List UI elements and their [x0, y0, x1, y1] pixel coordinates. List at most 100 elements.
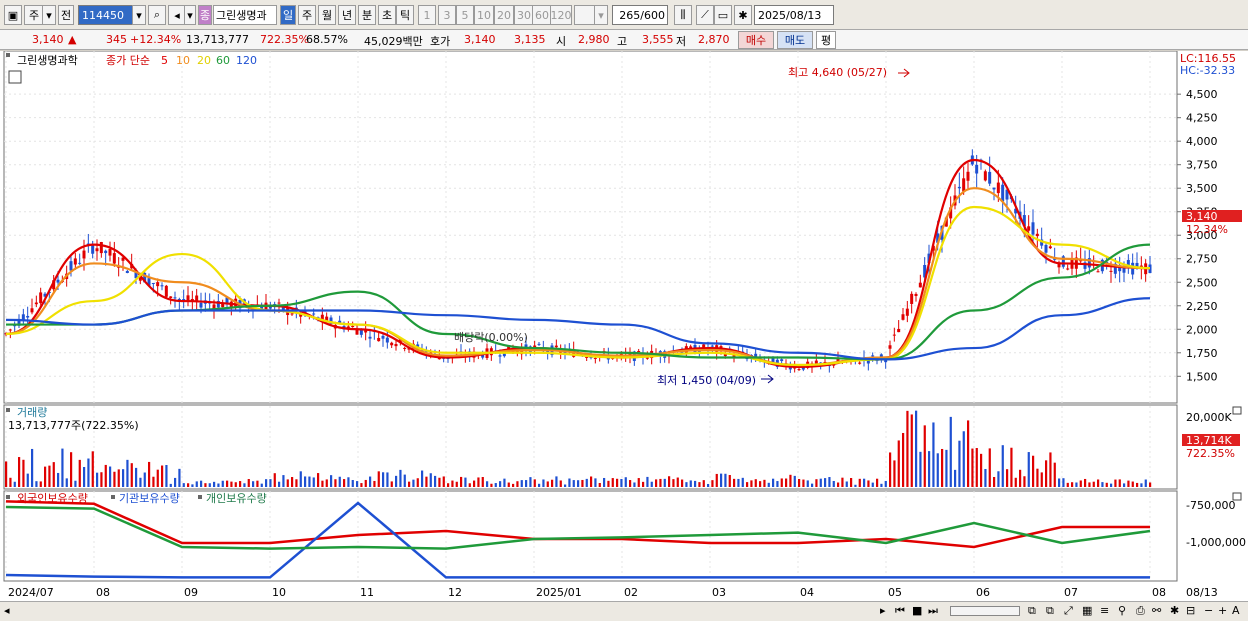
volume-bar: [672, 479, 675, 487]
tab-tick[interactable]: 틱: [396, 5, 414, 25]
volume-bar: [83, 466, 86, 487]
interval-60[interactable]: 60: [532, 5, 552, 25]
zoom-in-icon[interactable]: +: [1218, 604, 1227, 617]
chart-area[interactable]: 그린생명과학 종가 단순 5 10 20 60 120 최고 4,640 (05…: [0, 50, 1248, 601]
tab-year[interactable]: 년: [338, 5, 356, 25]
candle-body: [26, 315, 30, 318]
save-icon[interactable]: ▭: [714, 5, 732, 25]
last-page-icon[interactable]: ⏭: [928, 604, 938, 618]
type-select[interactable]: 전: [58, 5, 74, 25]
window-icon[interactable]: ▣: [4, 5, 22, 25]
calculator-icon[interactable]: [8, 70, 22, 84]
grid-icon[interactable]: ▦: [1082, 604, 1092, 617]
tab-second[interactable]: 초: [378, 5, 396, 25]
export-icon[interactable]: ⤢: [1064, 604, 1073, 618]
bottom-scrollbar[interactable]: ◂ ▸ ⏮ ■ ⏭ ⧉ ⧉ ⤢ ▦ ≡ ⚲ ⎙ ⚯ ✱ ⊟ − + A: [0, 601, 1248, 621]
link-icon[interactable]: ⚯: [1152, 604, 1161, 617]
tab-month[interactable]: 월: [318, 5, 336, 25]
copy-icon[interactable]: ⧉: [1046, 604, 1054, 618]
pin-icon[interactable]: ⚲: [1118, 604, 1126, 617]
first-page-icon[interactable]: ⏮: [895, 604, 905, 618]
interval-10[interactable]: 10: [474, 5, 494, 25]
text-size-icon[interactable]: A: [1232, 604, 1240, 617]
volume-bar: [356, 481, 359, 487]
volume-bar: [594, 478, 597, 487]
tab-minute[interactable]: 분: [358, 5, 376, 25]
scroll-right-icon[interactable]: ▸: [880, 604, 886, 617]
volume-bar: [1053, 462, 1056, 487]
interval-1[interactable]: 1: [418, 5, 436, 25]
candle-body: [888, 345, 892, 349]
y-tick-label: 2,250: [1186, 300, 1218, 313]
candle-body: [69, 261, 73, 271]
copy-icon[interactable]: ⧉: [1028, 604, 1036, 618]
print-icon[interactable]: ⎙: [1136, 604, 1145, 618]
settings-icon[interactable]: ✱: [1170, 604, 1179, 617]
zoom-fit-icon[interactable]: ⊟: [1186, 604, 1195, 617]
volume-bar: [824, 478, 827, 487]
gear-icon[interactable]: ✱: [734, 5, 752, 25]
y-tick-label: 4,500: [1186, 88, 1218, 101]
toolbar: ▣ 주 ▾ 전 114450 ▾ ⌕ ◂ ▾ 종 그린생명과 일 주 월 년 분…: [0, 0, 1248, 30]
volume-bar: [1079, 480, 1082, 487]
volume-bar: [1144, 479, 1147, 487]
candle-body: [30, 308, 34, 313]
volume-bar: [148, 461, 151, 487]
count-input[interactable]: 265/600: [612, 5, 668, 25]
volume-bar: [403, 474, 406, 487]
volume-bar: [174, 477, 177, 487]
candle-icon[interactable]: ⫼: [674, 5, 692, 25]
panel-close-icon[interactable]: [1232, 406, 1242, 415]
chevron-down-icon[interactable]: ▾: [42, 5, 56, 25]
stop-icon[interactable]: ■: [912, 604, 922, 617]
volume-bar: [347, 477, 350, 487]
volume-bar: [490, 483, 493, 487]
volume-bar: [161, 465, 164, 487]
price-panel: [3, 50, 1178, 404]
legend-ma120: 120: [236, 54, 257, 67]
volume-bar: [663, 478, 666, 487]
candle-body: [82, 250, 86, 259]
volume-bar: [971, 448, 974, 487]
volume-bar: [798, 478, 801, 487]
volume-bar: [273, 473, 276, 487]
tab-week[interactable]: 주: [298, 5, 316, 25]
zoom-out-icon[interactable]: −: [1204, 604, 1213, 617]
volume-bar: [256, 480, 259, 487]
volume-bar: [286, 479, 289, 487]
zoom-slider[interactable]: [950, 606, 1020, 616]
sell-button[interactable]: 매도: [777, 31, 813, 49]
chevron-down-icon[interactable]: ▾: [594, 5, 608, 25]
buy-button[interactable]: 매수: [738, 31, 774, 49]
list-icon[interactable]: ≡: [1100, 604, 1109, 617]
legend-type: 종가 단순: [106, 54, 150, 67]
volume-bar: [815, 479, 818, 487]
chevron-down-icon[interactable]: ▾: [132, 5, 146, 25]
tab-day[interactable]: 일: [280, 5, 296, 25]
interval-5[interactable]: 5: [456, 5, 474, 25]
code-input[interactable]: 114450: [78, 5, 134, 25]
high-label: 고: [617, 35, 628, 48]
search-icon[interactable]: ⌕: [148, 5, 166, 25]
candle-body: [199, 302, 203, 308]
legend-marker: [6, 53, 10, 57]
interval-20[interactable]: 20: [494, 5, 514, 25]
interval-3[interactable]: 3: [438, 5, 456, 25]
interval-120[interactable]: 120: [550, 5, 572, 25]
chevron-down-icon[interactable]: ▾: [184, 5, 196, 25]
hoga-value: 3,140: [464, 33, 496, 46]
volume-bar: [373, 480, 376, 487]
candle-body: [99, 241, 103, 254]
eval-button[interactable]: 평: [816, 31, 836, 49]
scroll-left-icon[interactable]: ◂: [4, 604, 10, 617]
volume-bar: [1071, 482, 1074, 487]
draw-icon[interactable]: ⟋: [696, 5, 714, 25]
market-select[interactable]: 주: [24, 5, 44, 25]
interval-30[interactable]: 30: [514, 5, 534, 25]
volume-bar: [776, 481, 779, 487]
panel-close-icon[interactable]: [1232, 492, 1242, 501]
volume-bar: [858, 478, 861, 487]
candle-body: [905, 308, 909, 316]
date-input[interactable]: 2025/08/13: [754, 5, 834, 25]
price-chart[interactable]: 그린생명과학 종가 단순 5 10 20 60 120 최고 4,640 (05…: [0, 50, 1248, 601]
